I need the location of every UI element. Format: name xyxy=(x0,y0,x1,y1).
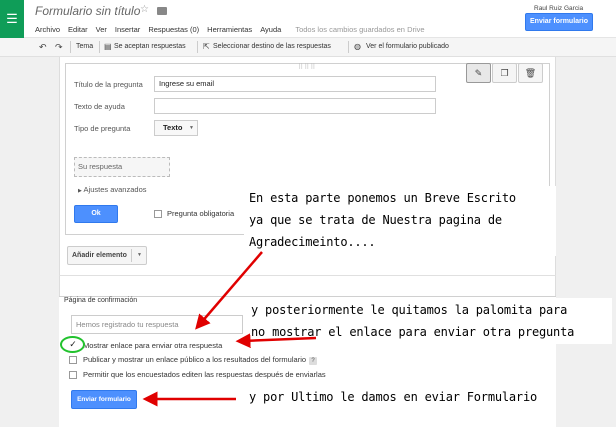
arrow-to-show-link-option xyxy=(235,333,317,349)
annotation-arrows xyxy=(142,251,317,407)
arrow-to-confirmation-input xyxy=(195,251,263,330)
